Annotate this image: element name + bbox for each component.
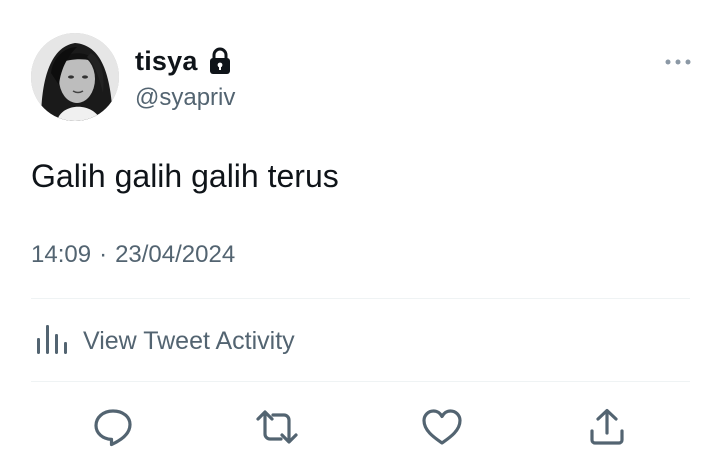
- heart-icon: [422, 409, 462, 445]
- tweet-text: Galih galih galih terus: [31, 158, 339, 194]
- avatar[interactable]: [31, 33, 119, 121]
- like-button[interactable]: [419, 404, 465, 450]
- author-handle[interactable]: @syapriv: [135, 84, 235, 112]
- share-icon: [590, 408, 624, 445]
- tweet-timestamp[interactable]: 14:09 · 23/04/2024: [31, 241, 235, 269]
- reply-icon: [94, 409, 132, 447]
- view-tweet-activity-button[interactable]: View Tweet Activity: [34, 322, 295, 360]
- tweet-date: 23/04/2024: [115, 241, 236, 268]
- bar-chart-icon: [34, 322, 68, 361]
- more-icon[interactable]: [664, 54, 692, 70]
- avatar-photo: [31, 33, 119, 121]
- retweet-button[interactable]: [254, 404, 300, 450]
- divider: [31, 298, 690, 299]
- timestamp-separator: ·: [99, 241, 108, 268]
- reply-button[interactable]: [90, 404, 136, 450]
- author-display-name[interactable]: tisya: [135, 46, 198, 77]
- author-name-row: tisya: [135, 44, 232, 78]
- view-tweet-activity-label: View Tweet Activity: [83, 326, 295, 355]
- divider: [31, 381, 690, 382]
- tweet-time: 14:09: [31, 241, 92, 268]
- lock-icon: [208, 47, 232, 75]
- retweet-icon: [256, 410, 298, 444]
- share-button[interactable]: [584, 404, 630, 450]
